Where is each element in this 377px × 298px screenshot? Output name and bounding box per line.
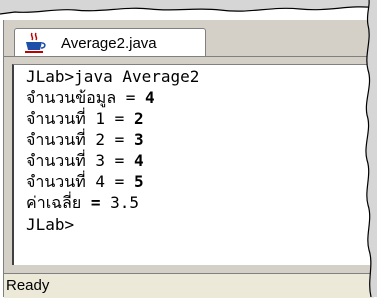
status-text: Ready [6, 277, 50, 294]
output-line-value-3: จำนวนที่ 3 = 4 [26, 151, 144, 170]
console-output[interactable]: JLab>java Average2 จำนวนข้อมูล = 4 จำนวน… [12, 64, 370, 265]
command-line: JLab>java Average2 [26, 67, 200, 86]
output-line-average: ค่าเฉลี่ย = 3.5 [26, 193, 140, 212]
torn-edge-right [365, 0, 377, 297]
output-line-count: จำนวนข้อมูล = 4 [26, 88, 155, 107]
status-bar: Ready [4, 273, 374, 298]
java-cup-icon [25, 32, 46, 53]
tab-divider [4, 56, 374, 57]
prompt-line: JLab> [26, 215, 75, 234]
output-line-value-4: จำนวนที่ 4 = 5 [26, 172, 144, 191]
jlab-window: Average2.java JLab>java Average2 จำนวนข้… [3, 20, 374, 298]
tab-label: Average2.java [61, 34, 157, 52]
tab-average2-java[interactable]: Average2.java [14, 28, 206, 57]
output-line-value-2: จำนวนที่ 2 = 3 [26, 130, 144, 149]
output-line-value-1: จำนวนที่ 1 = 2 [26, 109, 144, 128]
